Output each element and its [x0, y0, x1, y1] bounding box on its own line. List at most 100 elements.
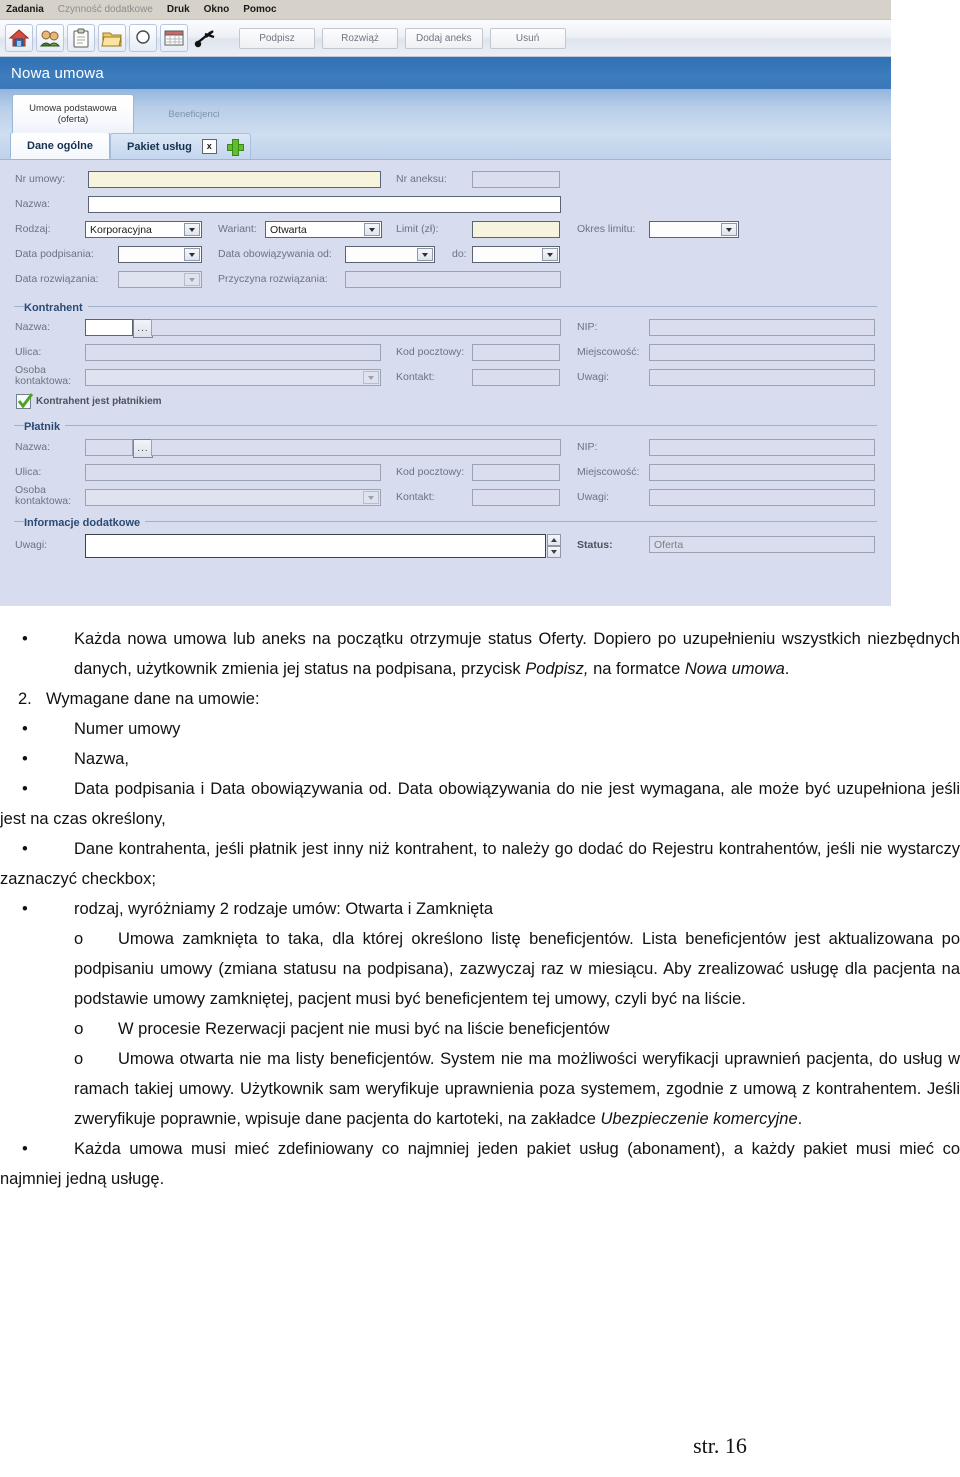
paragraph-numbered-2-text: Wymagane dane na umowie:: [46, 690, 260, 708]
list-item-numer-umowy: • Numer umowy: [0, 714, 960, 744]
sublist-item-rezerwacja-text: W procesie Rezerwacji pacjent nie musi b…: [118, 1020, 610, 1038]
tab-pakiet-uslug[interactable]: Pakiet usług x: [110, 133, 251, 159]
bullet-icon: •: [22, 720, 28, 738]
chevron-down-icon[interactable]: [417, 248, 433, 261]
chevron-down-icon[interactable]: [542, 248, 558, 261]
menu-item-druk[interactable]: Druk: [167, 4, 190, 15]
tab-dane-ogolne[interactable]: Dane ogólne: [10, 132, 111, 159]
select-rodzaj-value: Korporacyjna: [90, 223, 152, 236]
paragraph-bullet-1-em: Podpisz,: [525, 660, 589, 678]
plus-icon[interactable]: [226, 139, 244, 156]
kontrahent-picker-button[interactable]: ...: [133, 319, 153, 338]
bullet-icon: •: [22, 840, 28, 858]
application-screenshot: Zadania Czynność dodatkowe Druk Okno Pom…: [0, 0, 891, 606]
label-platnik-nazwa: Nazwa:: [15, 441, 51, 453]
menu-item-okno[interactable]: Okno: [204, 4, 230, 15]
scroll-down-icon[interactable]: [547, 546, 561, 558]
sublist-item-rezerwacja: o W procesie Rezerwacji pacjent nie musi …: [0, 1014, 960, 1044]
select-rodzaj[interactable]: Korporacyjna: [85, 221, 202, 238]
podpisz-button[interactable]: Podpisz: [239, 27, 315, 49]
label-kontrahent-nazwa: Nazwa:: [15, 321, 51, 333]
select-okres-limitu[interactable]: [649, 221, 739, 238]
label-kontrahent-miejscowosc: Miejscowość:: [577, 346, 640, 358]
menu-item-zadania[interactable]: Zadania: [6, 4, 44, 15]
select-data-podpisania[interactable]: [118, 246, 202, 263]
list-item-data-podpisania-text: Data podpisania i Data obowiązywania od.…: [0, 780, 960, 828]
folder-icon[interactable]: [98, 24, 126, 52]
chevron-down-icon[interactable]: [721, 223, 737, 236]
page-title: Nowa umowa: [11, 64, 104, 82]
select-wariant[interactable]: Otwarta: [265, 221, 382, 238]
list-number: 2.: [18, 690, 32, 708]
label-platnik-uwagi: Uwagi:: [577, 491, 610, 503]
select-data-obowiazywania-od[interactable]: [345, 246, 435, 263]
input-platnik-nip: [649, 439, 875, 456]
input-platnik-ulica: [85, 464, 381, 481]
list-item-dane-kontrahenta: • Dane kontrahenta, jeśli płatnik jest in…: [0, 834, 960, 894]
chevron-down-icon[interactable]: [364, 223, 380, 236]
tab-umowa-podstawowa-line1: Umowa podstawowa: [29, 103, 117, 114]
list-item-numer-umowy-text: Numer umowy: [74, 720, 181, 738]
group-platnik: Płatnik: [14, 417, 877, 433]
checkbox-checked-icon[interactable]: [16, 393, 33, 409]
chevron-down-icon[interactable]: [184, 248, 200, 261]
tools-icon[interactable]: [191, 24, 219, 52]
clipboard-icon[interactable]: [67, 24, 95, 52]
menu-item-czynnosc-dodatkowe[interactable]: Czynność dodatkowe: [58, 4, 153, 15]
input-nazwa[interactable]: [88, 196, 561, 213]
tab-pakiet-uslug-label: Pakiet usług: [127, 140, 192, 153]
sublist-item-umowa-zamknieta: o Umowa zamknięta to taka, dla której okr…: [0, 924, 960, 1014]
label-platnik-kontakt: Kontakt:: [396, 491, 435, 503]
paragraph-bullet-last: • Każda umowa musi mieć zdefiniowany co n…: [0, 1134, 960, 1194]
tab-beneficjenci[interactable]: Beneficjenci: [134, 95, 254, 133]
circle-icon[interactable]: [129, 24, 157, 52]
chevron-down-icon: [363, 371, 379, 384]
label-kontrahent-ulica: Ulica:: [15, 346, 42, 358]
list-item-dane-kontrahenta-text: Dane kontrahenta, jeśli płatnik jest inn…: [0, 840, 960, 888]
checkbox-kontrahent-label: Kontrahent jest płatnikiem: [36, 396, 162, 407]
checkbox-kontrahent-jest-platnikiem[interactable]: Kontrahent jest płatnikiem: [16, 393, 162, 409]
paragraph-bullet-1-mid: na formatce: [588, 660, 685, 678]
window-title-bar: Nowa umowa: [0, 57, 891, 89]
sublist-item-umowa-otwarta: o Umowa otwarta nie ma listy beneficjentó…: [0, 1044, 960, 1134]
bullet-icon: •: [22, 900, 28, 918]
home-icon[interactable]: [5, 24, 33, 52]
chevron-down-icon: [363, 491, 379, 504]
label-kontrahent-nip: NIP:: [577, 321, 598, 333]
form-body: Nr umowy: Nr aneksu: Nazwa: Rodzaj: Korp…: [0, 165, 891, 606]
input-kontrahent-ulica: [85, 344, 381, 361]
input-limit[interactable]: [472, 221, 560, 238]
label-kontrahent-kontakt: Kontakt:: [396, 371, 435, 383]
label-data-podpisania: Data podpisania:: [15, 248, 94, 260]
input-platnik-kontakt: [472, 489, 560, 506]
uwagi-scroll-spinner[interactable]: [547, 534, 561, 558]
label-limit: Limit (zł):: [396, 223, 439, 235]
textarea-info-uwagi[interactable]: [85, 534, 546, 558]
close-tab-icon[interactable]: x: [201, 139, 217, 154]
group-platnik-title: Płatnik: [24, 421, 66, 433]
label-platnik-miejscowosc: Miejscowość:: [577, 466, 640, 478]
label-status: Status:: [577, 539, 613, 551]
tab-umowa-podstawowa[interactable]: Umowa podstawowa (oferta): [12, 94, 134, 133]
scroll-up-icon[interactable]: [547, 534, 561, 546]
circle-bullet-icon: o: [74, 1019, 84, 1038]
input-przyczyna-rozwiazania: [345, 271, 561, 288]
usun-button[interactable]: Usuń: [489, 27, 566, 49]
group-informacje-title: Informacje dodatkowe: [24, 517, 146, 529]
label-platnik-kod: Kod pocztowy:: [396, 466, 465, 478]
patients-icon[interactable]: [36, 24, 64, 52]
input-nr-umowy[interactable]: [88, 171, 381, 188]
menu-item-pomoc[interactable]: Pomoc: [243, 4, 276, 15]
label-okres-limitu: Okres limitu:: [577, 223, 636, 235]
chevron-down-icon[interactable]: [184, 223, 200, 236]
group-kontrahent-title: Kontrahent: [24, 302, 88, 314]
toolbar: Podpisz Rozwiąż Dodaj aneks Usuń: [0, 20, 891, 57]
calendar-icon[interactable]: [160, 24, 188, 52]
rozwiaz-button[interactable]: Rozwiąż: [322, 27, 398, 49]
input-platnik-kod: [472, 464, 560, 481]
select-data-obowiazywania-do[interactable]: [472, 246, 560, 263]
input-kontrahent-nazwa[interactable]: [85, 319, 133, 336]
input-platnik-uwagi: [649, 489, 875, 506]
dodaj-aneks-button[interactable]: Dodaj aneks: [405, 27, 483, 49]
platnik-picker-button[interactable]: ...: [133, 439, 153, 458]
